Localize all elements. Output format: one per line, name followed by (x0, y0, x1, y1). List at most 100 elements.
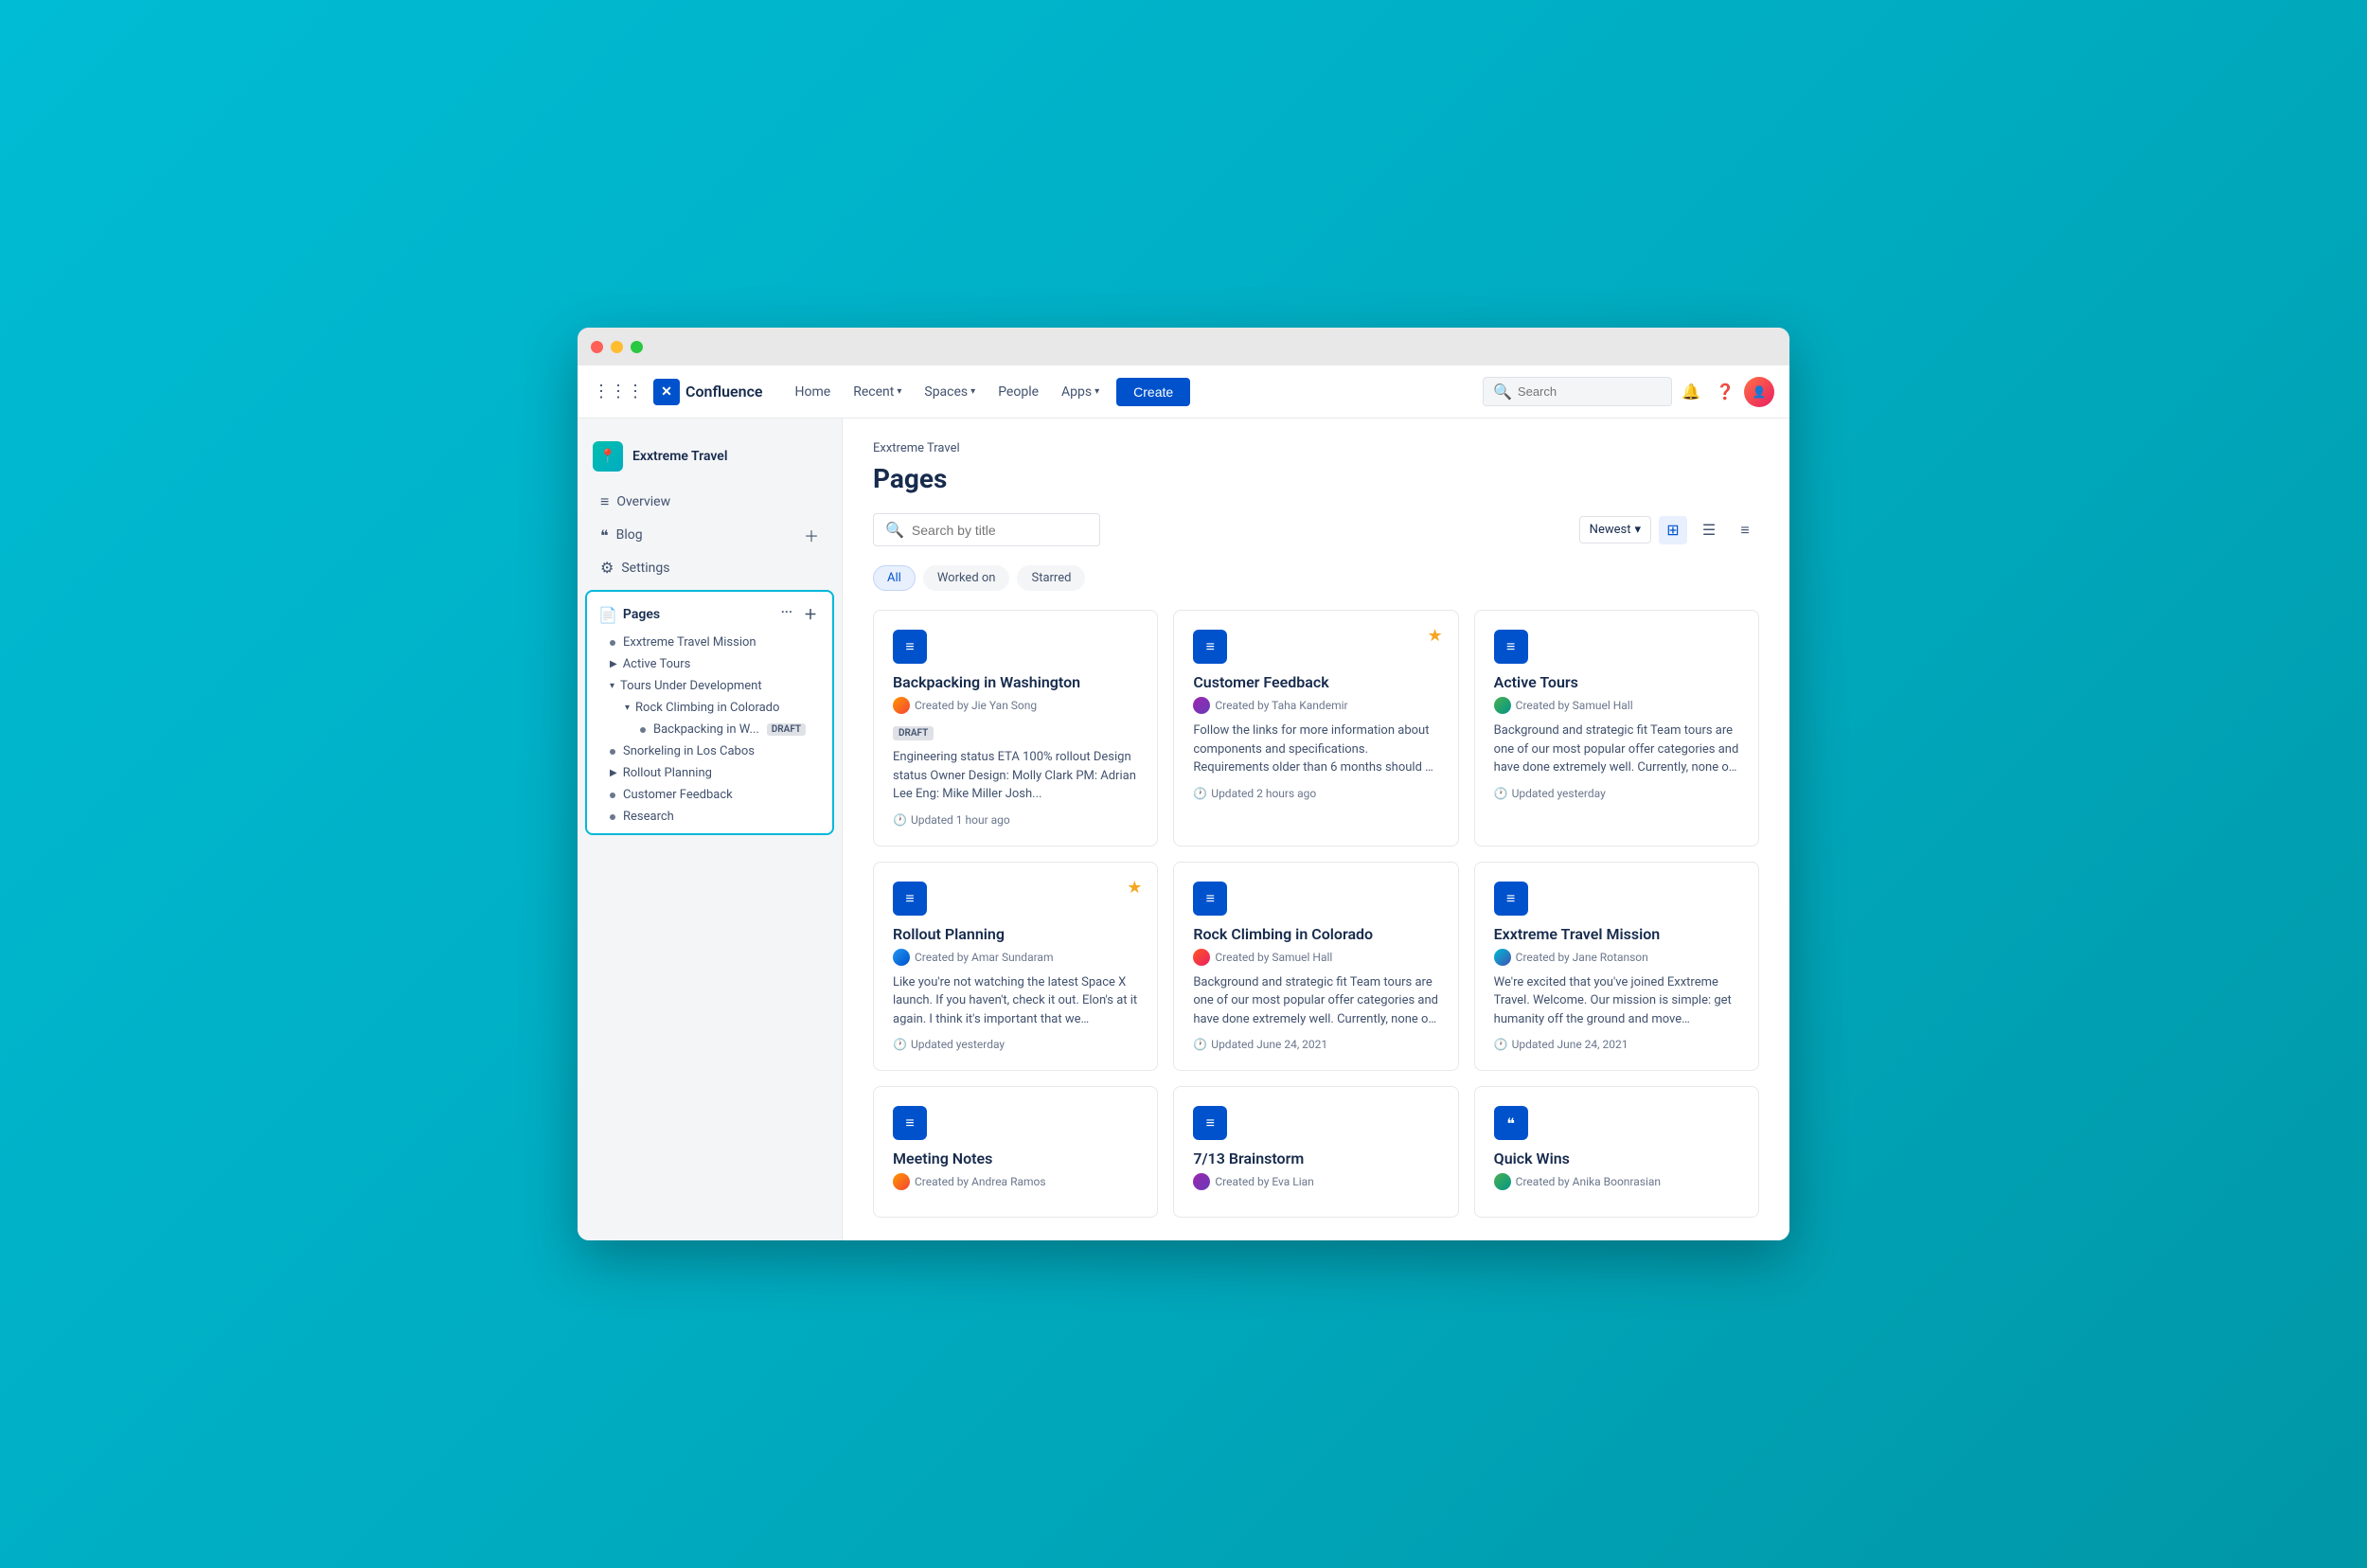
card-item[interactable]: ❝ Quick Wins Created by Anika Boonrasian (1474, 1086, 1759, 1218)
maximize-button[interactable] (631, 341, 643, 353)
chevron-down-icon: ▾ (1095, 386, 1099, 397)
card-title: Exxtreme Travel Mission (1494, 925, 1739, 943)
clock-icon: 🕐 (893, 813, 907, 827)
filter-all[interactable]: All (873, 565, 916, 591)
global-search-input[interactable] (1518, 384, 1662, 399)
search-box[interactable]: 🔍 (873, 513, 1100, 546)
card-author: Created by Jie Yan Song (893, 697, 1138, 714)
add-blog-button[interactable]: ＋ (804, 524, 819, 546)
sidebar-item-backpacking[interactable]: Backpacking in W... DRAFT (587, 719, 832, 740)
card-doc-icon: ≡ (893, 1106, 927, 1140)
card-item[interactable]: ≡ 7/13 Brainstorm Created by Eva Lian (1173, 1086, 1458, 1218)
dot-icon (610, 749, 615, 755)
clock-icon: 🕐 (1193, 787, 1207, 800)
card-body: Like you're not watching the latest Spac… (893, 973, 1138, 1029)
search-input[interactable] (912, 523, 1088, 538)
help-button[interactable]: ❓ (1710, 377, 1740, 407)
card-doc-icon: ≡ (893, 630, 927, 664)
nav-recent[interactable]: Recent ▾ (844, 379, 911, 405)
sidebar-item-blog[interactable]: ❝ Blog ＋ (585, 518, 834, 552)
filter-starred[interactable]: Starred (1017, 565, 1085, 591)
breadcrumb: Exxtreme Travel (873, 441, 1759, 455)
card-doc-icon: ≡ (893, 882, 927, 916)
dot-icon (610, 640, 615, 646)
main-layout: 📍 Exxtreme Travel ≡ Overview ❝ Blog ＋ ⚙ … (578, 419, 1789, 1240)
clock-icon: 🕐 (893, 1038, 907, 1051)
grid-view-button[interactable]: ⊞ (1659, 516, 1687, 544)
space-header[interactable]: 📍 Exxtreme Travel (578, 434, 842, 479)
card-title: 7/13 Brainstorm (1193, 1149, 1438, 1167)
user-avatar[interactable]: 👤 (1744, 377, 1774, 407)
close-button[interactable] (591, 341, 603, 353)
sidebar-item-overview[interactable]: ≡ Overview (585, 487, 834, 517)
grid-icon[interactable]: ⋮⋮⋮ (593, 382, 644, 401)
card-item[interactable]: ≡ ★ Rollout Planning Created by Amar Sun… (873, 862, 1158, 1072)
pages-section-actions: ··· ＋ (777, 603, 821, 626)
minimize-button[interactable] (611, 341, 623, 353)
nav-people[interactable]: People (988, 379, 1048, 405)
notifications-button[interactable]: 🔔 (1676, 377, 1706, 407)
card-updated: 🕐Updated yesterday (893, 1038, 1138, 1051)
card-author: Created by Andrea Ramos (893, 1173, 1138, 1190)
pages-more-button[interactable]: ··· (777, 603, 796, 626)
card-item[interactable]: ≡ Exxtreme Travel Mission Created by Jan… (1474, 862, 1759, 1072)
draft-badge: DRAFT (893, 726, 934, 740)
filter-worked-on[interactable]: Worked on (923, 565, 1010, 591)
card-body: Background and strategic fit Team tours … (1193, 973, 1438, 1029)
pages-label: Pages (623, 607, 660, 622)
card-item[interactable]: ≡ ★ Customer Feedback Created by Taha Ka… (1173, 610, 1458, 846)
sidebar-item-active-tours[interactable]: ▶ Active Tours (587, 653, 832, 675)
card-item[interactable]: ≡ Meeting Notes Created by Andrea Ramos (873, 1086, 1158, 1218)
nav-spaces[interactable]: Spaces ▾ (915, 379, 985, 405)
app-window: ⋮⋮⋮ ✕ Confluence Home Recent ▾ Spaces ▾ … (578, 328, 1789, 1240)
nav-home[interactable]: Home (786, 379, 841, 405)
compact-view-button[interactable]: ≡ (1731, 516, 1759, 544)
search-icon: 🔍 (885, 521, 904, 539)
overview-icon: ≡ (600, 492, 609, 511)
card-doc-icon: ≡ (1193, 1106, 1227, 1140)
sidebar-item-customer-feedback[interactable]: Customer Feedback (587, 784, 832, 806)
sidebar-item-tours-dev[interactable]: ▾ Tours Under Development (587, 675, 832, 697)
logo[interactable]: ✕ Confluence (653, 379, 763, 405)
space-icon: 📍 (593, 441, 623, 472)
nav-apps[interactable]: Apps ▾ (1052, 379, 1109, 405)
card-doc-icon: ≡ (1193, 882, 1227, 916)
sidebar-item-snorkeling[interactable]: Snorkeling in Los Cabos (587, 740, 832, 762)
author-avatar (1494, 697, 1511, 714)
draft-badge: DRAFT (767, 723, 806, 736)
list-view-button[interactable]: ☰ (1695, 516, 1723, 544)
chevron-down-icon: ▾ (970, 386, 975, 397)
card-author: Created by Taha Kandemir (1193, 697, 1438, 714)
logo-text: Confluence (685, 383, 763, 401)
add-page-button[interactable]: ＋ (800, 603, 821, 626)
create-button[interactable]: Create (1116, 378, 1190, 406)
sidebar-item-settings[interactable]: ⚙ Settings (585, 553, 834, 582)
card-title: Quick Wins (1494, 1149, 1739, 1167)
star-icon: ★ (1127, 878, 1142, 898)
clock-icon: 🕐 (1193, 1038, 1207, 1051)
author-avatar (1193, 697, 1210, 714)
card-title: Active Tours (1494, 673, 1739, 691)
view-controls: Newest ▾ ⊞ ☰ ≡ (1579, 516, 1759, 544)
sort-dropdown[interactable]: Newest ▾ (1579, 516, 1651, 543)
card-item[interactable]: ≡ Backpacking in Washington Created by J… (873, 610, 1158, 846)
global-search-box[interactable]: 🔍 (1483, 377, 1672, 406)
pages-section-header[interactable]: 📄 Pages ··· ＋ (587, 597, 832, 632)
titlebar (578, 328, 1789, 365)
sidebar-item-rollout[interactable]: ▶ Rollout Planning (587, 762, 832, 784)
sidebar-item-research[interactable]: Research (587, 806, 832, 828)
card-updated: 🕐Updated 2 hours ago (1193, 787, 1438, 800)
card-body: Engineering status ETA 100% rollout Desi… (893, 748, 1138, 804)
card-item[interactable]: ≡ Active Tours Created by Samuel Hall Ba… (1474, 610, 1759, 846)
card-title: Backpacking in Washington (893, 673, 1138, 691)
card-updated: 🕐Updated June 24, 2021 (1494, 1038, 1739, 1051)
card-title: Meeting Notes (893, 1149, 1138, 1167)
sidebar-item-rock-climbing[interactable]: ▾ Rock Climbing in Colorado (587, 697, 832, 719)
card-body: Background and strategic fit Team tours … (1494, 722, 1739, 777)
card-item[interactable]: ≡ Rock Climbing in Colorado Created by S… (1173, 862, 1458, 1072)
page-title: Pages (873, 463, 1759, 494)
chevron-down-icon: ▾ (610, 681, 614, 691)
card-author: Created by Samuel Hall (1193, 949, 1438, 966)
card-author: Created by Amar Sundaram (893, 949, 1138, 966)
sidebar-item-mission[interactable]: Exxtreme Travel Mission (587, 632, 832, 653)
